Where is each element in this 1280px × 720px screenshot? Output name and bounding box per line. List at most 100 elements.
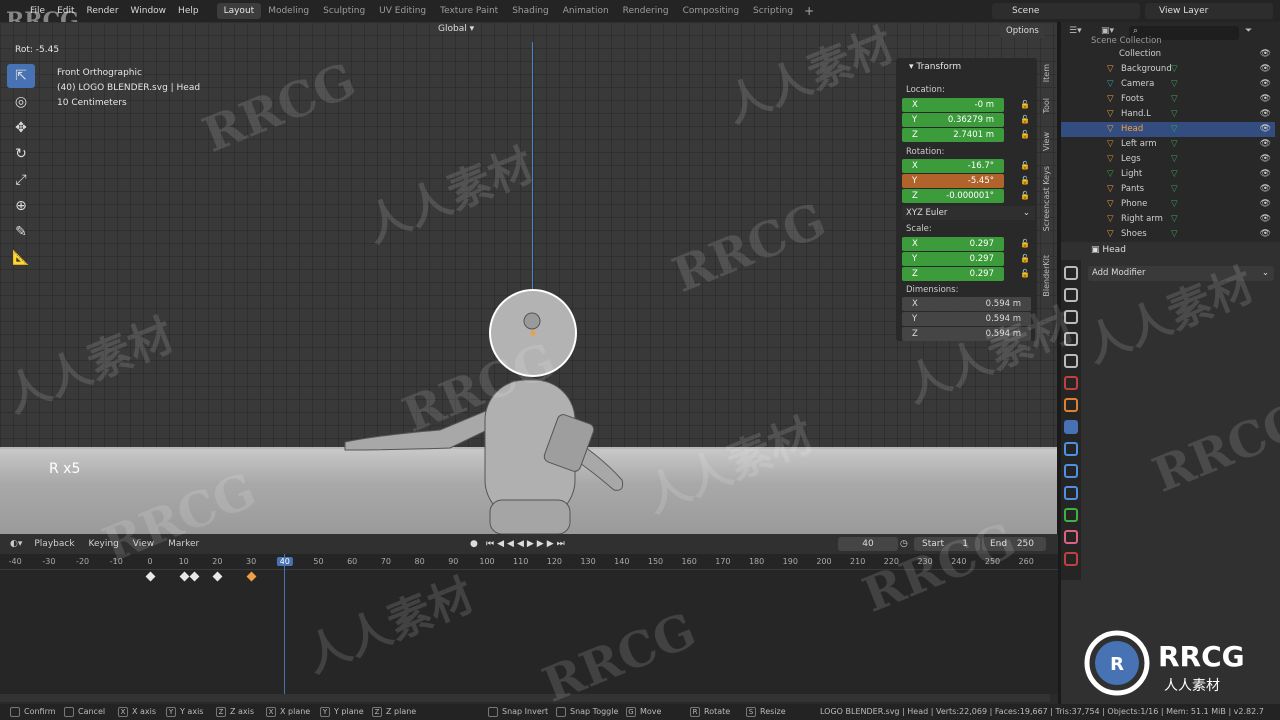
playback-controls[interactable]: ⏮◀◀◀▶▶▶⏭ <box>486 539 568 549</box>
properties-tab-modifier-icon[interactable] <box>1064 420 1078 434</box>
sidebar-tab-view[interactable]: View <box>1042 132 1051 151</box>
view-layer-selector[interactable]: View Layer <box>1145 3 1273 19</box>
eye-icon[interactable]: 👁 <box>1260 137 1271 152</box>
transform-title[interactable]: ▾ Transform <box>896 58 1037 76</box>
sidebar-tab-item[interactable]: Item <box>1042 64 1051 82</box>
eye-icon[interactable]: 👁 <box>1260 197 1271 212</box>
scale-y-field[interactable]: Y 0.297 <box>902 252 1004 266</box>
outliner-item-light[interactable]: ▽ Light ▽ 👁 <box>1061 167 1275 182</box>
outliner-item-hand-l[interactable]: ▽ Hand.L ▽ 👁 <box>1061 107 1275 122</box>
properties-tab-render-icon[interactable] <box>1064 288 1078 302</box>
select-tool-icon[interactable]: ⇱ <box>7 64 35 88</box>
properties-tab-particles-icon[interactable] <box>1064 442 1078 456</box>
tab-sculpting[interactable]: Sculpting <box>316 3 372 19</box>
location-x-field[interactable]: X -0 m <box>902 98 1004 112</box>
tab-uv-editing[interactable]: UV Editing <box>372 3 433 19</box>
viewport-info: Front Orthographic (40) LOGO BLENDER.svg… <box>57 66 200 111</box>
measure-tool-icon[interactable]: 📐 <box>7 246 35 270</box>
lock-icon[interactable]: 🔓 <box>1020 100 1030 109</box>
eye-icon[interactable]: 👁 <box>1260 77 1271 92</box>
lock-icon[interactable]: 🔓 <box>1020 239 1030 248</box>
orientation-dropdown[interactable]: Global ▾ <box>438 24 474 34</box>
record-icon[interactable]: ● <box>470 539 478 549</box>
outliner-item-right-arm[interactable]: ▽ Right arm ▽ 👁 <box>1061 212 1275 227</box>
playhead[interactable] <box>284 554 285 694</box>
modifier-icon: ▽ <box>1171 124 1178 134</box>
outliner-item-head[interactable]: ▽ Head ▽ 👁 <box>1061 122 1275 137</box>
tab-rendering[interactable]: Rendering <box>616 3 676 19</box>
transform-tool-icon[interactable]: ⊕ <box>7 194 35 218</box>
scale-x-field[interactable]: X 0.297 <box>902 237 1004 251</box>
move-tool-icon[interactable]: ✥ <box>7 116 35 140</box>
timeline-menu-playback[interactable]: Playback <box>34 539 74 549</box>
eye-icon[interactable]: 👁 <box>1260 122 1271 137</box>
eye-icon[interactable]: 👁 <box>1260 182 1271 197</box>
rotation-mode-dropdown[interactable]: XYZ Euler ⌄ <box>902 206 1035 220</box>
scale-tool-icon[interactable]: ⤢ <box>7 168 35 192</box>
sidebar-tab-blenderkit[interactable]: BlenderKit <box>1042 255 1051 297</box>
sidebar-tab-tool[interactable]: Tool <box>1042 98 1051 114</box>
properties-tab-constraints-icon[interactable] <box>1064 486 1078 500</box>
eye-icon[interactable]: 👁 <box>1260 62 1271 77</box>
location-y-field[interactable]: Y 0.36279 m <box>902 113 1004 127</box>
eye-icon[interactable]: 👁 <box>1260 227 1271 242</box>
current-frame-field[interactable]: 40 <box>838 537 898 551</box>
tab-animation[interactable]: Animation <box>556 3 616 19</box>
location-z-field[interactable]: Z 2.7401 m <box>902 128 1004 142</box>
properties-tab-data-icon[interactable] <box>1064 508 1078 522</box>
outliner-item-background[interactable]: ▽ Background ▽ 👁 <box>1061 62 1275 77</box>
eye-icon[interactable]: 👁 <box>1260 212 1271 227</box>
outliner-item-phone[interactable]: ▽ Phone ▽ 👁 <box>1061 197 1275 212</box>
tab-modeling[interactable]: Modeling <box>261 3 316 19</box>
options-button[interactable]: Options <box>1000 24 1045 38</box>
properties-tab-scene-icon[interactable] <box>1064 354 1078 368</box>
menu-help[interactable]: Help <box>172 6 205 16</box>
tab-layout[interactable]: Layout <box>216 3 262 19</box>
annotate-tool-icon[interactable]: ✎ <box>7 220 35 244</box>
outliner-item-foots[interactable]: ▽ Foots ▽ 👁 <box>1061 92 1275 107</box>
lock-icon[interactable]: 🔓 <box>1020 269 1030 278</box>
lock-icon[interactable]: 🔓 <box>1020 254 1030 263</box>
rotate-tool-icon[interactable]: ↻ <box>7 142 35 166</box>
collection-row[interactable]: Collection 👁 <box>1061 47 1275 62</box>
scene-selector[interactable]: Scene <box>992 3 1140 19</box>
lock-icon[interactable]: 🔓 <box>1020 161 1030 170</box>
properties-tab-material-icon[interactable] <box>1064 530 1078 544</box>
eye-icon[interactable]: 👁 <box>1260 152 1271 167</box>
outliner-item-pants[interactable]: ▽ Pants ▽ 👁 <box>1061 182 1275 197</box>
lock-icon[interactable]: 🔓 <box>1020 191 1030 200</box>
scale-z-field[interactable]: Z 0.297 <box>902 267 1004 281</box>
eye-icon[interactable]: 👁 <box>1260 92 1271 107</box>
timeline-scrollbar[interactable] <box>0 694 1050 702</box>
properties-tab-texture-icon[interactable] <box>1064 552 1078 566</box>
rotation-x-field[interactable]: X -16.7° <box>902 159 1004 173</box>
sidebar-tab-screencast-keys[interactable]: Screencast Keys <box>1042 166 1051 231</box>
eye-icon[interactable]: 👁 <box>1260 47 1271 62</box>
rotation-y-field[interactable]: Y -5.45° <box>902 174 1004 188</box>
tab-scripting[interactable]: Scripting <box>746 3 800 19</box>
frame-tick-label: 10 <box>178 557 189 566</box>
editor-type-icon[interactable]: ◐▾ <box>10 539 22 549</box>
eye-icon[interactable]: 👁 <box>1260 107 1271 122</box>
clock-icon[interactable]: ◷ <box>900 539 908 549</box>
menu-render[interactable]: Render <box>81 6 125 16</box>
properties-tab-world-icon[interactable] <box>1064 376 1078 390</box>
properties-tab-object-icon[interactable] <box>1064 398 1078 412</box>
lock-icon[interactable]: 🔓 <box>1020 130 1030 139</box>
tab-texture-paint[interactable]: Texture Paint <box>433 3 505 19</box>
lock-icon[interactable]: 🔓 <box>1020 115 1030 124</box>
outliner-item-left-arm[interactable]: ▽ Left arm ▽ 👁 <box>1061 137 1275 152</box>
properties-tab-tool-icon[interactable] <box>1064 266 1078 280</box>
outliner-item-legs[interactable]: ▽ Legs ▽ 👁 <box>1061 152 1275 167</box>
menu-window[interactable]: Window <box>125 6 173 16</box>
outliner-item-camera[interactable]: ▽ Camera ▽ 👁 <box>1061 77 1275 92</box>
add-workspace-icon[interactable]: + <box>804 4 814 18</box>
tab-shading[interactable]: Shading <box>505 3 556 19</box>
outliner-item-shoes[interactable]: ▽ Shoes ▽ 👁 <box>1061 227 1275 242</box>
rotation-z-field[interactable]: Z -0.000001° <box>902 189 1004 203</box>
properties-tab-physics-icon[interactable] <box>1064 464 1078 478</box>
lock-icon[interactable]: 🔓 <box>1020 176 1030 185</box>
cursor-tool-icon[interactable]: ◎ <box>7 90 35 114</box>
tab-compositing[interactable]: Compositing <box>676 3 746 19</box>
eye-icon[interactable]: 👁 <box>1260 167 1271 182</box>
